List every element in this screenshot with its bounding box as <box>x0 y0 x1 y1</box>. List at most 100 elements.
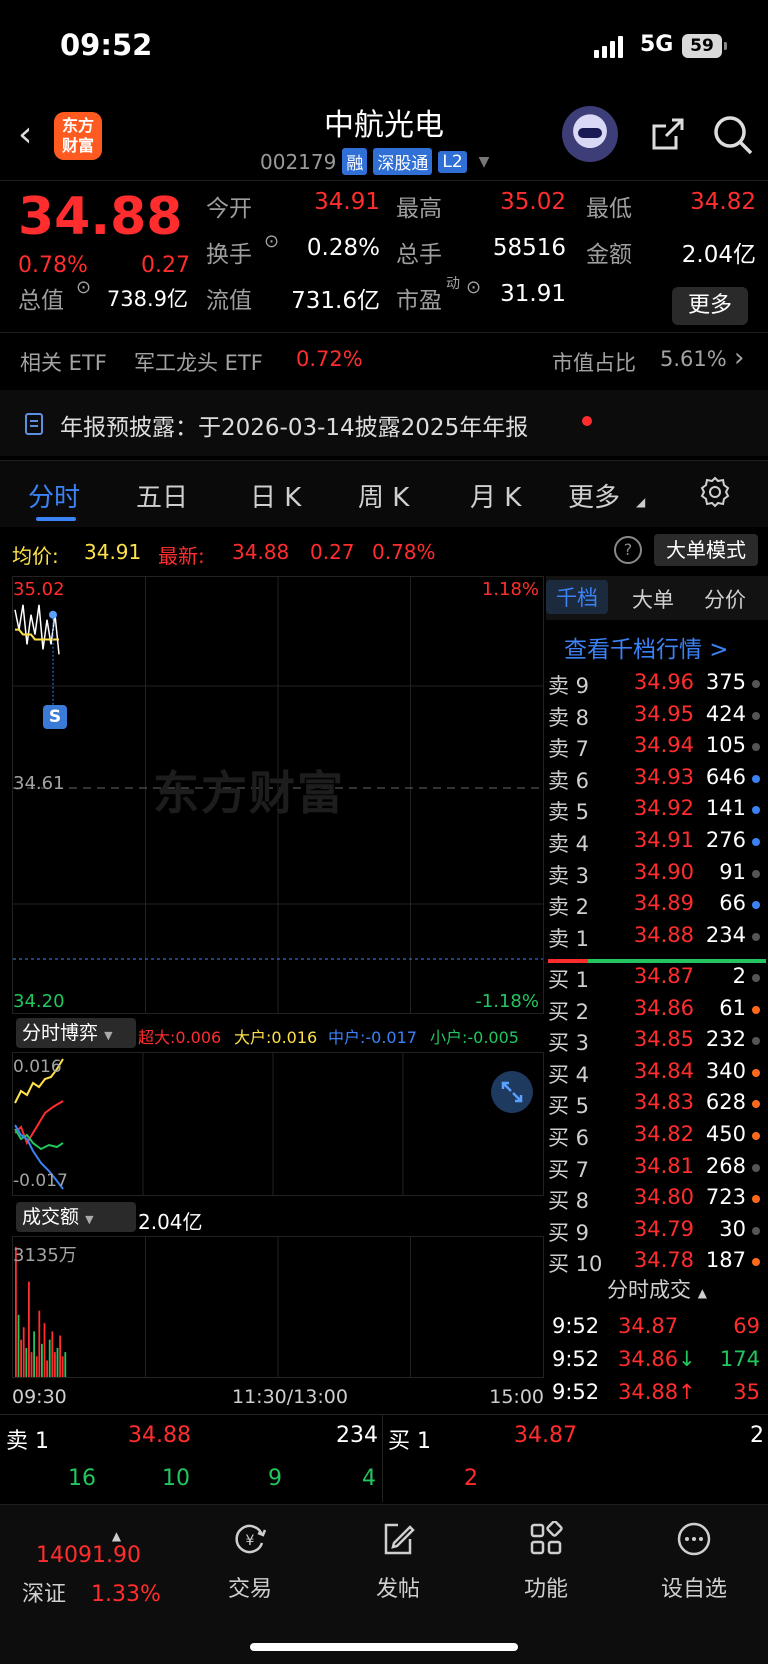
tick-trade-row: 9:52 34.88 ↑ 35 <box>546 1380 768 1411</box>
sell-row[interactable]: 卖 6 34.93 646 <box>546 765 768 796</box>
buy-row[interactable]: 买 1 34.87 2 <box>546 964 768 995</box>
caret-up-icon: ▲ <box>697 1286 707 1300</box>
buy-level: 买 1 <box>548 968 590 992</box>
info-icon[interactable]: ⊙ <box>466 277 481 298</box>
sell-dot <box>752 838 760 846</box>
tab-depth[interactable]: 千档 <box>546 580 608 614</box>
volume-bar <box>25 1347 28 1377</box>
volume-bar <box>51 1331 54 1377</box>
sell-dot <box>752 806 760 815</box>
buy-row[interactable]: 买 9 34.79 30 <box>546 1217 768 1248</box>
value-open: 34.91 <box>314 189 380 215</box>
view-depth-link[interactable]: 查看千档行情 > <box>564 630 729 664</box>
tab-weekly-k[interactable]: 周 K <box>358 477 409 514</box>
quote-panel: 34.88 0.78% 0.27 今开 34.91 最高 35.02 最低 34… <box>0 180 768 331</box>
tab-monthly-k[interactable]: 月 K <box>470 477 521 514</box>
buy-row[interactable]: 买 7 34.81 268 <box>546 1154 768 1185</box>
search-icon[interactable] <box>712 114 754 156</box>
announcement-bar[interactable]: 年报预披露：于2026-03-14披露2025年年报 <box>0 390 768 456</box>
game-chart[interactable]: 0.016 -0.017 <box>12 1052 544 1196</box>
edit-icon <box>384 1523 415 1555</box>
trade-price: 34.86 <box>618 1347 679 1371</box>
tab-price-dist[interactable]: 分价 <box>704 584 746 614</box>
sell-row[interactable]: 卖 7 34.94 105 <box>546 733 768 764</box>
buy-level: 买 7 <box>548 1157 590 1182</box>
sell-level: 卖 5 <box>548 800 590 825</box>
expand-button[interactable] <box>491 1071 533 1113</box>
etf-row[interactable]: 相关 ETF 军工龙头 ETF 0.72% 市值占比 5.61% › <box>0 332 768 387</box>
buy-row[interactable]: 买 5 34.83 628 <box>546 1090 768 1121</box>
tab-big-orders[interactable]: 大单 <box>632 584 674 614</box>
etf-name: 军工龙头 ETF <box>134 351 263 375</box>
cap-ratio-label: 市值占比 <box>552 351 636 375</box>
nav-trade[interactable]: ¥ 交易 <box>190 1521 310 1603</box>
active-tab-indicator <box>36 517 76 521</box>
sell-signal-badge[interactable]: S <box>43 705 67 729</box>
nav-functions[interactable]: 功能 <box>486 1520 606 1603</box>
game-super-large: 超大:0.006 <box>138 1028 222 1047</box>
nav-post[interactable]: 发帖 <box>338 1521 458 1603</box>
sell-dot <box>752 711 760 720</box>
sell-row[interactable]: 卖 2 34.89 66 <box>546 891 768 922</box>
sell-price: 34.89 <box>633 891 694 916</box>
tab-intraday[interactable]: 分时 <box>28 477 80 514</box>
trade-arrow: ↑ <box>678 1380 696 1404</box>
chevron-down-icon: ▼ <box>478 153 490 170</box>
sell-price: 34.96 <box>633 670 694 694</box>
volume-bar <box>59 1335 61 1377</box>
buy-row[interactable]: 买 4 34.84 340 <box>546 1059 768 1090</box>
help-icon[interactable]: ? <box>614 536 642 564</box>
tick-trade-row: 9:52 34.86 ↓ 174 <box>546 1347 768 1378</box>
volume-bar <box>56 1347 59 1377</box>
sell-volume: 375 <box>705 670 746 694</box>
sell-level: 卖 6 <box>548 768 590 793</box>
sell-row[interactable]: 卖 5 34.92 141 <box>546 796 768 827</box>
sell-volume: 234 <box>705 922 746 947</box>
buy-row[interactable]: 买 3 34.85 232 <box>546 1027 768 1058</box>
intraday-chart[interactable]: 东方财富 35.02 1.18% 34.61 34.20 -1.18% S <box>12 576 544 1014</box>
sell-row[interactable]: 卖 8 34.95 424 <box>546 702 768 733</box>
change-amount: 0.27 <box>141 253 190 278</box>
sell-level: 卖 8 <box>548 705 590 730</box>
trade-volume: 69 <box>733 1314 760 1338</box>
volume-chart[interactable]: 3135万 <box>12 1236 544 1378</box>
tick-trades-header[interactable]: 分时成交 ▲ <box>546 1274 768 1304</box>
buy-row[interactable]: 买 8 34.80 723 <box>546 1185 768 1216</box>
home-indicator <box>250 1643 518 1651</box>
value-low: 34.82 <box>690 189 756 215</box>
info-icon[interactable]: ⊙ <box>264 231 279 252</box>
volume-dropdown[interactable]: 成交额 ▼ <box>16 1202 136 1232</box>
tab-five-day[interactable]: 五日 <box>136 477 188 514</box>
sell-row[interactable]: 卖 9 34.96 375 <box>546 670 768 701</box>
nav-watchlist[interactable]: 设自选 <box>634 1521 754 1603</box>
value-turnover: 0.28% <box>306 235 380 261</box>
index-widget[interactable]: ▲ 14091.90 深证 1.33% <box>22 1529 161 1608</box>
label-pe: 市盈 <box>396 288 442 314</box>
info-icon[interactable]: ⊙ <box>76 277 91 298</box>
label-high: 最高 <box>396 196 442 222</box>
buy-row[interactable]: 买 6 34.82 450 <box>546 1122 768 1153</box>
app-header: ‹ 东方 财富 中航光电 002179 融 深股通 L2 ▼ <box>0 96 768 180</box>
trade-price: 34.87 <box>618 1314 679 1338</box>
sell-row[interactable]: 卖 1 34.88 234 <box>546 923 768 954</box>
y-mid-label: 34.61 <box>13 773 65 794</box>
trade-time: 9:52 <box>552 1314 600 1338</box>
tab-more[interactable]: 更多 <box>568 477 620 514</box>
sell-row[interactable]: 卖 4 34.91 276 <box>546 828 768 859</box>
tab-daily-k[interactable]: 日 K <box>250 477 301 514</box>
etf-label: 相关 ETF <box>20 351 107 375</box>
more-button[interactable]: 更多 <box>672 287 748 325</box>
assistant-avatar[interactable] <box>562 106 618 162</box>
game-dropdown[interactable]: 分时博弈 ▼ <box>16 1018 136 1048</box>
game-top-label: 0.016 <box>13 1057 62 1077</box>
big-order-mode-button[interactable]: 大单模式 <box>654 534 758 566</box>
sell-row[interactable]: 卖 3 34.90 91 <box>546 860 768 891</box>
value-volume: 58516 <box>492 235 566 261</box>
buy-dot <box>752 1258 760 1267</box>
latest-pct: 0.78% <box>372 540 436 564</box>
share-icon[interactable] <box>650 116 686 152</box>
buy-row[interactable]: 买 2 34.86 61 <box>546 996 768 1027</box>
gear-icon[interactable] <box>698 475 732 509</box>
stock-code-line[interactable]: 002179 融 深股通 L2 ▼ <box>260 148 489 175</box>
sell-dot <box>752 680 760 688</box>
